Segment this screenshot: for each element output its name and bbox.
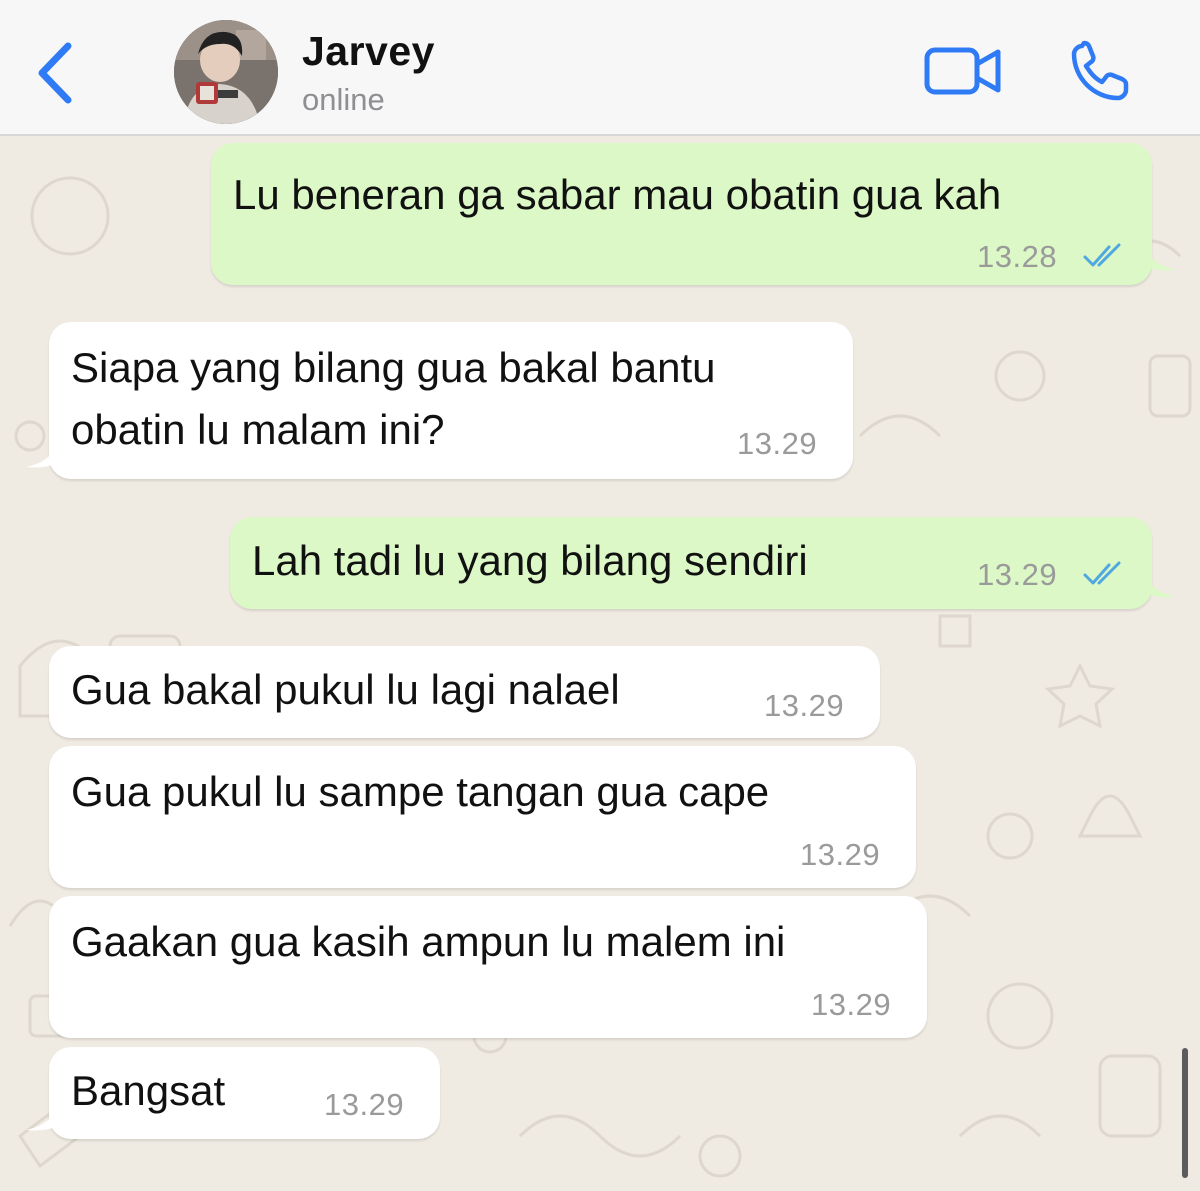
message-timestamp: 13.29 [800,837,881,872]
message-bubble-incoming[interactable]: Gua pukul lu sampe tangan gua cape 13.29 [49,746,916,888]
double-check-icon [1083,243,1121,267]
message-text: Gaakan gua kasih ampun lu malem ini [71,918,786,965]
message-timestamp: 13.29 [324,1087,405,1122]
message-bubble-incoming[interactable]: Bangsat 13.29 [49,1047,440,1139]
bubble-tail [1144,242,1176,271]
message-timestamp: 13.29 [811,987,892,1022]
contact-status: online [302,82,385,117]
message-bubble-outgoing[interactable]: Lah tadi lu yang bilang sendiri 13.29 [230,517,1152,609]
video-camera-icon [924,47,1001,95]
message-text: Bangsat [71,1067,226,1114]
chat-header: Jarvey online [0,0,1200,136]
message-bubble-incoming[interactable]: Siapa yang bilang gua bakal bantu obatin… [49,322,853,479]
message-bubble-incoming[interactable]: Gaakan gua kasih ampun lu malem ini 13.2… [49,896,927,1038]
phone-icon [1071,40,1129,101]
contact-name[interactable]: Jarvey [302,28,435,75]
bubble-tail [26,439,58,468]
back-button[interactable] [28,38,88,108]
message-text: Lah tadi lu yang bilang sendiri [252,537,808,584]
scroll-indicator[interactable] [1182,1048,1188,1178]
contact-avatar[interactable] [174,20,278,124]
message-bubble-incoming[interactable]: Gua bakal pukul lu lagi nalael 13.29 [49,646,880,738]
message-text: Gua bakal pukul lu lagi nalael [71,666,620,713]
message-text: Siapa yang bilang gua bakal bantu [71,344,716,391]
chevron-left-icon [38,42,72,104]
message-text: Lu beneran ga sabar mau obatin gua kah [233,171,1002,218]
message-text: Gua pukul lu sampe tangan gua cape [71,768,770,815]
message-bubble-outgoing[interactable]: Lu beneran ga sabar mau obatin gua kah 1… [211,143,1152,285]
message-list[interactable]: Lu beneran ga sabar mau obatin gua kah 1… [0,136,1200,1191]
double-check-icon [1083,561,1121,585]
voice-call-button[interactable] [1068,40,1134,104]
video-call-button[interactable] [922,42,1004,100]
message-timestamp: 13.29 [977,557,1058,592]
message-text: obatin lu malam ini? [71,406,445,453]
avatar-photo [174,20,278,124]
message-timestamp: 13.29 [737,426,818,461]
bubble-tail [1144,569,1176,598]
message-timestamp: 13.29 [764,688,845,723]
message-timestamp: 13.28 [977,239,1058,274]
bubble-tail [26,1102,58,1131]
